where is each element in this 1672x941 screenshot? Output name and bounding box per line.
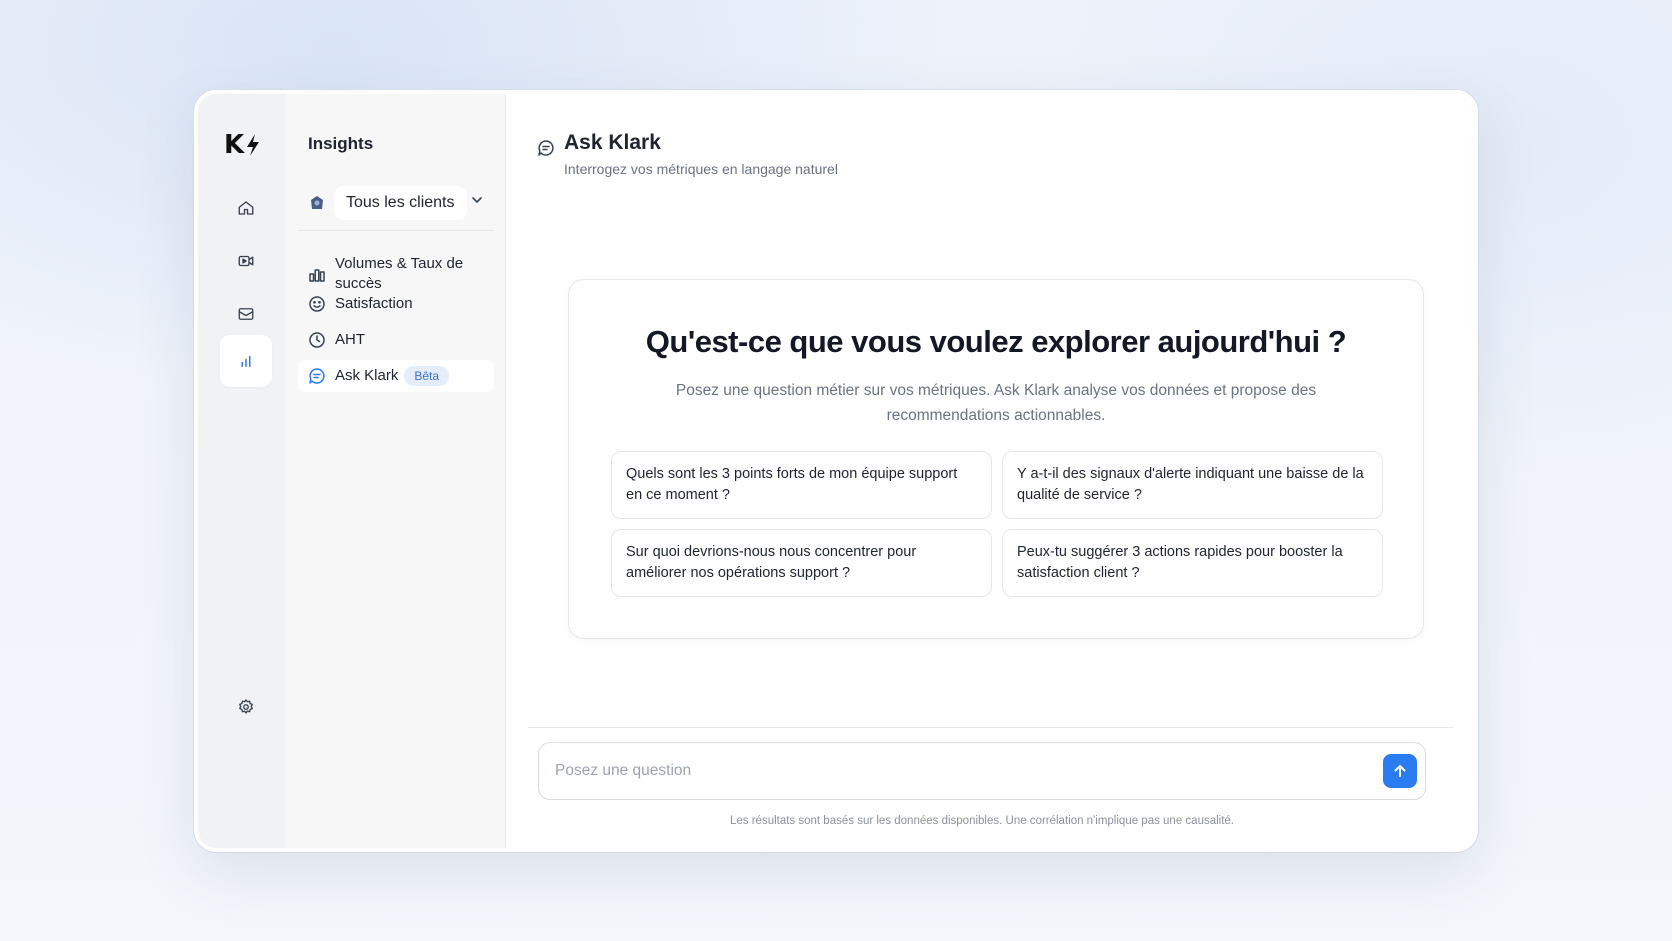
logo-letter: K bbox=[224, 130, 245, 160]
icon-rail: K bbox=[198, 94, 286, 848]
main-panel: Ask Klark Interrogez vos métriques en la… bbox=[506, 94, 1474, 848]
nav-item-label: AHT bbox=[335, 331, 365, 348]
arrow-up-icon bbox=[1394, 765, 1406, 777]
rail-settings-button[interactable] bbox=[220, 681, 272, 733]
beta-badge: Bêta bbox=[404, 366, 450, 386]
chevron-down-icon bbox=[472, 197, 482, 204]
client-select[interactable]: Tous les clients bbox=[304, 185, 488, 221]
rail-home-button[interactable] bbox=[220, 182, 272, 234]
insights-nav: Insights Tous les clients Volumes & Taux… bbox=[286, 94, 506, 848]
suggestion-button[interactable]: Peux-tu suggérer 3 actions rapides pour … bbox=[1002, 529, 1383, 597]
suggestion-button[interactable]: Sur quoi devrions-nous nous concentrer p… bbox=[611, 529, 992, 597]
klark-logo[interactable]: K bbox=[224, 130, 261, 160]
explore-description: Posez une question métier sur vos métriq… bbox=[675, 382, 1317, 424]
suggestion-button[interactable]: Quels sont les 3 points forts de mon équ… bbox=[611, 451, 992, 519]
rail-video-button[interactable] bbox=[220, 235, 272, 287]
nav-item-label: Ask Klark bbox=[335, 367, 399, 384]
question-composer bbox=[538, 742, 1426, 800]
page-subtitle: Interrogez vos métriques en langage natu… bbox=[564, 161, 838, 177]
rail-inbox-button[interactable] bbox=[220, 288, 272, 340]
nav-divider bbox=[298, 230, 494, 231]
home-icon bbox=[238, 201, 254, 215]
suggestion-button[interactable]: Y a-t-il des signaux d'alerte indiquant … bbox=[1002, 451, 1383, 519]
send-button[interactable] bbox=[1383, 754, 1417, 788]
disclaimer-text: Les résultats sont basés sur les données… bbox=[729, 815, 1235, 827]
client-select-value: Tous les clients bbox=[334, 186, 467, 220]
video-icon bbox=[238, 255, 254, 267]
nav-item-label: Satisfaction bbox=[335, 295, 413, 312]
nav-item-aht[interactable]: AHT bbox=[298, 324, 494, 356]
explore-card: Qu'est-ce que vous voulez explorer aujou… bbox=[568, 279, 1424, 639]
composer-divider bbox=[528, 727, 1453, 728]
clock-icon bbox=[308, 330, 326, 350]
bar-chart-icon bbox=[241, 355, 251, 367]
gear-icon bbox=[239, 699, 253, 714]
chat-icon bbox=[537, 139, 555, 162]
bolt-icon bbox=[247, 134, 260, 156]
app-window: K Insights Tous les clients Volumes & Ta… bbox=[194, 90, 1478, 852]
nav-item-ask-klark[interactable]: Ask Klark Bêta bbox=[298, 360, 494, 392]
nav-title: Insights bbox=[308, 134, 374, 153]
nav-item-satisfaction[interactable]: Satisfaction bbox=[298, 288, 494, 320]
inbox-icon bbox=[238, 308, 254, 320]
rail-insights-button[interactable] bbox=[220, 335, 272, 387]
explore-title: Qu'est-ce que vous voulez explorer aujou… bbox=[645, 324, 1347, 359]
bar-chart-icon bbox=[308, 264, 326, 284]
page-title: Ask Klark bbox=[564, 131, 661, 154]
chat-icon bbox=[308, 366, 326, 386]
client-avatar-icon bbox=[308, 194, 326, 212]
smile-icon bbox=[308, 294, 326, 314]
question-input[interactable] bbox=[555, 751, 1383, 791]
